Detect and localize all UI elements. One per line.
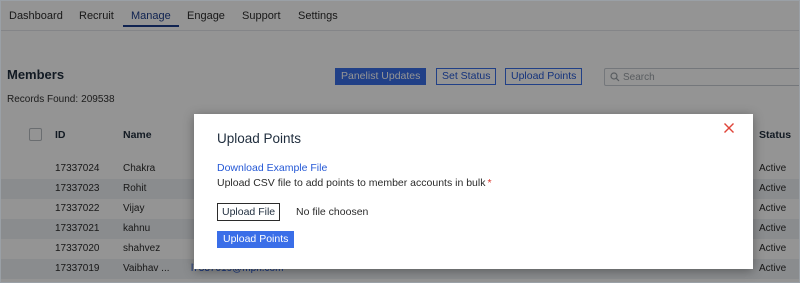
download-example-link[interactable]: Download Example File xyxy=(217,162,327,174)
modal-title: Upload Points xyxy=(217,131,302,146)
required-marker: * xyxy=(487,177,492,189)
close-icon[interactable] xyxy=(723,122,735,134)
submit-upload-points-button[interactable]: Upload Points xyxy=(217,231,295,248)
file-status: No file choosen xyxy=(296,206,369,218)
upload-description-text: Upload CSV file to add points to member … xyxy=(217,177,486,189)
upload-points-modal: Upload Points Download Example File Uplo… xyxy=(194,114,753,269)
app-window: Dashboard Recruit Manage Engage Support … xyxy=(0,0,800,283)
upload-description: Upload CSV file to add points to member … xyxy=(217,177,492,189)
upload-file-button[interactable]: Upload File xyxy=(217,203,281,221)
